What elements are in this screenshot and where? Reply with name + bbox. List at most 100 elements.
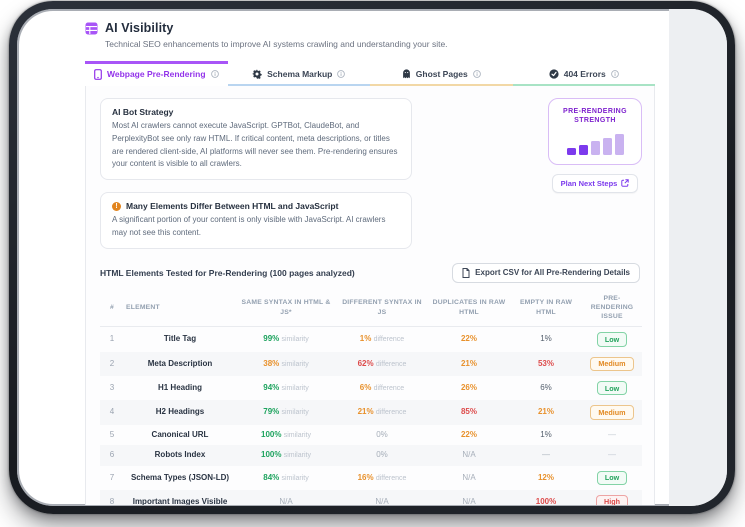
col-element: Element <box>126 303 160 311</box>
col-same-syntax: Same syntax in HTML & JS* <box>241 299 331 316</box>
issue-dash: — <box>608 429 616 439</box>
cell-issue: Low <box>582 327 642 352</box>
gear-icon <box>252 69 262 79</box>
cell-diff-syntax: 6% difference <box>359 383 405 392</box>
strength-title: PRE-RENDERING STRENGTH <box>563 108 627 125</box>
col-issue: Pre-rendering issue <box>590 294 634 321</box>
issue-badge: Low <box>596 332 628 347</box>
smartphone-icon <box>94 68 102 80</box>
pre-rendering-strength-widget: PRE-RENDERING STRENGTH Plan Next Steps <box>548 98 642 193</box>
strength-bar <box>614 133 624 155</box>
cell-same-syntax: 100% similarity <box>261 429 311 439</box>
table-grid-icon <box>85 22 98 34</box>
cell-diff-syntax: 0% <box>376 450 388 460</box>
tab-404-errors[interactable]: 404 Errors <box>512 61 655 86</box>
cell-number: 8 <box>109 496 115 505</box>
cell-element: H2 Headings <box>155 407 205 417</box>
issue-badge: Low <box>596 470 628 485</box>
table-row: 1 Title Tag 99% similarity 1% difference 22%… <box>100 327 642 352</box>
elements-table: # Element Same syntax in HTML & JS* Diff… <box>100 289 642 505</box>
tab-webpage-pre-rendering[interactable]: Webpage Pre-Rendering <box>85 61 228 86</box>
elements-table-head: # Element Same syntax in HTML & JS* Diff… <box>100 289 642 327</box>
page-subtitle: Technical SEO enhancements to improve AI… <box>105 39 448 49</box>
cell-element: Canonical URL <box>151 429 209 439</box>
export-csv-button[interactable]: Export CSV for All Pre-Rendering Details <box>452 262 640 283</box>
pre-rendering-panel: AI Bot Strategy Most AI crawlers cannot … <box>85 86 655 505</box>
tab-label: Schema Markup <box>267 69 333 79</box>
info-icon[interactable] <box>210 70 219 78</box>
warning-title: Many Elements Differ Between HTML and Ja… <box>126 201 339 212</box>
cell-issue: — <box>582 425 642 445</box>
screen-right-margin <box>669 9 727 506</box>
plan-next-steps-label: Plan Next Steps <box>560 178 618 188</box>
device-screen: AI Visibility Technical SEO enhancements… <box>17 9 727 506</box>
cell-empty: 53% <box>537 358 554 368</box>
strength-bars <box>555 133 635 155</box>
tab-label: 404 Errors <box>563 69 606 79</box>
cell-duplicates: N/A <box>462 496 476 505</box>
cell-empty: 1% <box>540 429 552 439</box>
cell-issue: Medium <box>582 352 642 376</box>
cell-same-syntax: 100% similarity <box>261 450 311 460</box>
cell-number: 7 <box>109 472 115 482</box>
cell-duplicates: N/A <box>462 472 476 482</box>
cell-number: 4 <box>109 407 115 417</box>
plan-next-steps-button[interactable]: Plan Next Steps <box>551 173 639 193</box>
table-header-row: HTML Elements Tested for Pre-Rendering (… <box>100 262 640 283</box>
table-row: 2 Meta Description 38% similarity 62% diffe… <box>100 351 642 377</box>
table-row: 7 Schema Types (JSON-LD) 84% similarity 16%… <box>100 466 642 490</box>
cell-empty: 1% <box>540 334 552 344</box>
cell-diff-syntax: 0% <box>376 429 388 439</box>
strength-bar <box>590 140 600 155</box>
cell-diff-syntax: 1% difference <box>359 334 405 344</box>
strength-box: PRE-RENDERING STRENGTH <box>548 98 642 165</box>
ai-visibility-app: AI Visibility Technical SEO enhancements… <box>17 9 669 506</box>
cell-same-syntax: 84% similarity <box>263 472 309 482</box>
cell-empty: 21% <box>537 407 554 417</box>
table-row: 8 Important Images Visible N/A N/A N/A 100% Hi… <box>100 489 642 505</box>
cell-empty: — <box>542 450 550 460</box>
tab-ghost-pages[interactable]: Ghost Pages <box>370 61 513 86</box>
warning-icon: ! <box>112 201 121 211</box>
strength-bar <box>566 147 576 155</box>
issue-dash: — <box>608 450 616 460</box>
cell-element: Robots Index <box>154 450 206 460</box>
ghost-icon <box>402 69 410 79</box>
warning-body: A significant portion of your content is… <box>112 215 386 237</box>
strategy-card-title: AI Bot Strategy <box>112 107 174 117</box>
info-icon[interactable] <box>610 70 619 78</box>
cell-diff-syntax: 21% difference <box>357 407 407 417</box>
cell-diff-syntax: 62% difference <box>357 358 407 368</box>
cell-empty: 6% <box>540 383 552 392</box>
cell-diff-syntax: N/A <box>375 496 389 505</box>
cell-same-syntax: 79% similarity <box>263 407 309 417</box>
cell-element: Important Images Visible <box>132 496 228 505</box>
table-row: 4 H2 Headings 79% similarity 21% difference… <box>100 400 642 425</box>
check-circle-icon <box>549 69 559 79</box>
col-diff-syntax: Different syntax in JS <box>342 299 422 316</box>
info-icon[interactable] <box>337 70 346 78</box>
tab-label: Ghost Pages <box>415 69 468 79</box>
tab-schema-markup[interactable]: Schema Markup <box>227 61 370 86</box>
col-duplicates: Duplicates in raw HTML <box>432 299 506 316</box>
table-row: 3 H1 Heading 94% similarity 6% difference 26… <box>100 376 642 400</box>
cell-number: 2 <box>109 358 115 368</box>
cell-duplicates: 22% <box>460 334 477 344</box>
info-icon[interactable] <box>472 70 481 78</box>
cell-issue: High <box>582 490 642 505</box>
strength-bar <box>602 137 612 155</box>
cell-same-syntax: N/A <box>279 496 293 505</box>
issue-badge: Medium <box>590 405 634 420</box>
cell-duplicates: 22% <box>460 429 477 439</box>
cell-number: 6 <box>109 450 115 460</box>
cell-duplicates: N/A <box>462 450 476 460</box>
cell-element: Title Tag <box>163 334 197 344</box>
col-number: # <box>110 303 114 311</box>
cell-same-syntax: 99% similarity <box>263 334 309 344</box>
tab-bar: Webpage Pre-Rendering Schema Markup Ghos… <box>85 61 655 86</box>
issue-badge: Medium <box>590 356 634 372</box>
cell-issue: Medium <box>582 400 642 424</box>
js-difference-warning-card: ! Many Elements Differ Between HTML and … <box>100 192 412 249</box>
cell-duplicates: 21% <box>460 358 477 368</box>
cell-number: 5 <box>109 429 115 439</box>
